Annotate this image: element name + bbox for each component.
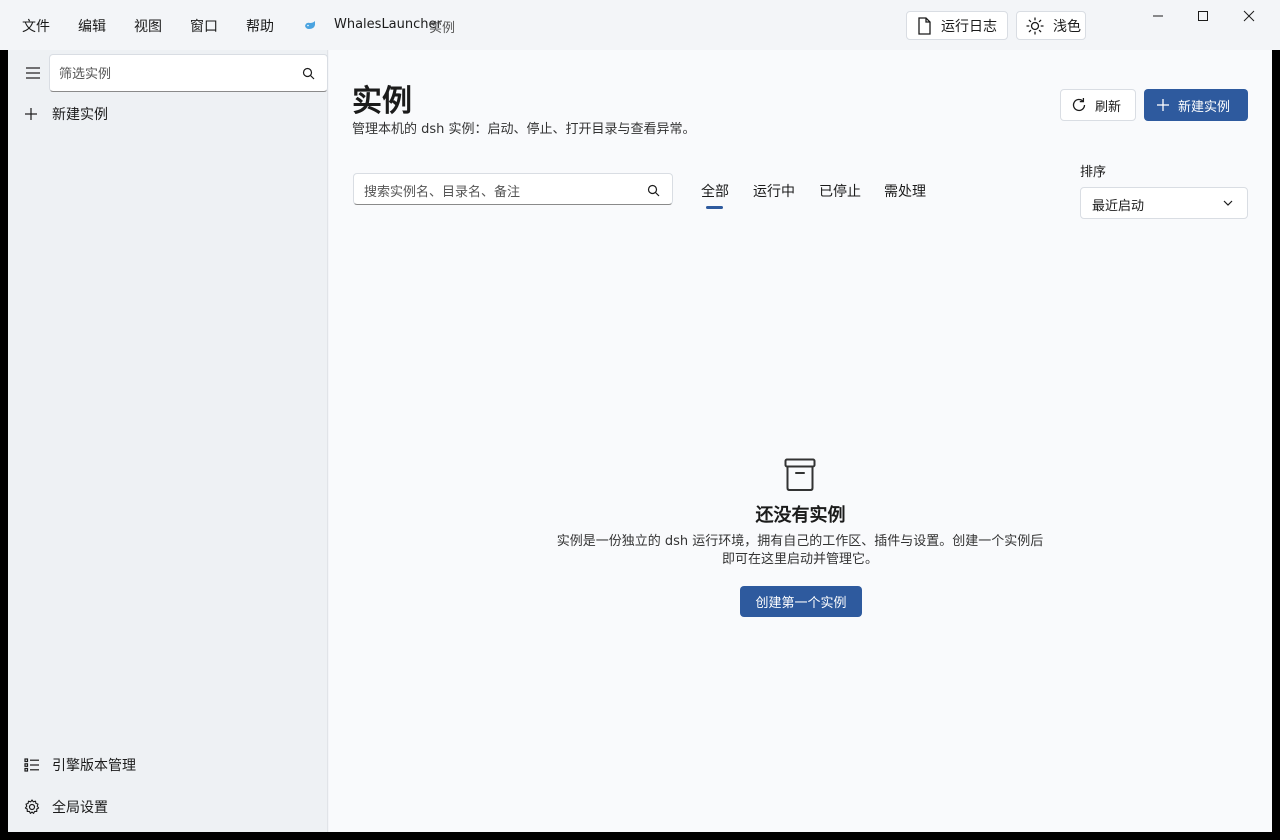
menu-view[interactable]: 视图 <box>134 16 162 36</box>
minimize-icon[interactable] <box>1150 8 1166 24</box>
menu-window[interactable]: 窗口 <box>190 16 218 36</box>
tab-running[interactable]: 运行中 <box>753 181 795 201</box>
whale-logo-icon <box>305 21 315 29</box>
gear-icon <box>24 799 40 814</box>
app-section: 实例 <box>429 21 456 36</box>
document-icon <box>918 16 931 35</box>
sidebar-item-engine-versions[interactable]: 引擎版本管理 <box>8 751 326 779</box>
theme-toggle-button[interactable]: 浅色 <box>1016 11 1086 40</box>
sidebar-item-new-instance[interactable]: 新建实例 <box>8 100 326 128</box>
create-first-instance-button[interactable]: 创建第一个实例 <box>740 586 862 617</box>
app-window: 文件 编辑 视图 窗口 帮助 WhalesLauncher 实例 运行日志 浅色… <box>0 0 1280 840</box>
refresh-icon <box>1072 98 1086 112</box>
sidebar-item-label: 全局设置 <box>52 800 108 816</box>
active-tab-indicator <box>706 206 723 209</box>
filter-placeholder: 筛选实例 <box>59 67 112 82</box>
search-input[interactable]: 搜索实例名、目录名、备注 <box>353 173 673 205</box>
sort-select[interactable]: 最近启动 <box>1080 187 1248 219</box>
plus-icon <box>25 108 37 120</box>
page-title: 实例 <box>352 84 412 119</box>
chevron-down-icon <box>1223 200 1233 206</box>
app-name: WhalesLauncher <box>334 17 442 32</box>
empty-state-description: 实例是一份独立的 dsh 运行环境，拥有自己的工作区、插件与设置。创建一个实例后… <box>556 534 1044 567</box>
sidebar-item-global-settings[interactable]: 全局设置 <box>8 793 326 821</box>
sidebar: 筛选实例 新建实例 引擎版本管理 全局设置 <box>8 50 328 832</box>
search-placeholder: 搜索实例名、目录名、备注 <box>364 185 521 200</box>
sun-icon <box>1026 16 1044 35</box>
search-icon <box>302 67 315 80</box>
search-icon <box>647 184 660 197</box>
run-log-label: 运行日志 <box>941 18 997 35</box>
refresh-label: 刷新 <box>1095 99 1122 115</box>
plus-icon <box>1157 99 1169 111</box>
new-instance-button[interactable]: 新建实例 <box>1144 89 1248 121</box>
archive-box-icon <box>784 458 816 491</box>
window-border-left <box>0 50 8 840</box>
tab-all[interactable]: 全部 <box>701 181 729 201</box>
tab-stopped[interactable]: 已停止 <box>819 181 861 201</box>
page-subtitle: 管理本机的 dsh 实例：启动、停止、打开目录与查看异常。 <box>352 122 696 137</box>
close-icon[interactable] <box>1241 8 1257 24</box>
sort-value: 最近启动 <box>1092 199 1145 214</box>
empty-state-title: 还没有实例 <box>755 505 846 526</box>
sidebar-item-label: 引擎版本管理 <box>52 758 136 774</box>
menu-file[interactable]: 文件 <box>22 16 50 36</box>
menu-edit[interactable]: 编辑 <box>78 16 106 36</box>
hamburger-menu-icon[interactable] <box>25 66 41 80</box>
maximize-icon[interactable] <box>1195 8 1211 24</box>
menu-help[interactable]: 帮助 <box>246 16 274 36</box>
window-border-bottom <box>0 832 1280 840</box>
sidebar-item-label: 新建实例 <box>52 107 108 123</box>
filter-input[interactable]: 筛选实例 <box>49 54 328 92</box>
refresh-button[interactable]: 刷新 <box>1060 89 1136 121</box>
theme-label: 浅色 <box>1053 18 1081 35</box>
title-bar: 文件 编辑 视图 窗口 帮助 WhalesLauncher 实例 运行日志 浅色 <box>0 0 1280 50</box>
window-border-right <box>1272 50 1280 840</box>
new-instance-label: 新建实例 <box>1178 99 1231 115</box>
list-icon <box>24 758 39 772</box>
run-log-button[interactable]: 运行日志 <box>906 11 1008 40</box>
sort-label: 排序 <box>1080 165 1107 180</box>
tab-needs-attention[interactable]: 需处理 <box>884 181 926 201</box>
main-content: 实例 管理本机的 dsh 实例：启动、停止、打开目录与查看异常。 刷新 新建实例… <box>329 50 1272 832</box>
